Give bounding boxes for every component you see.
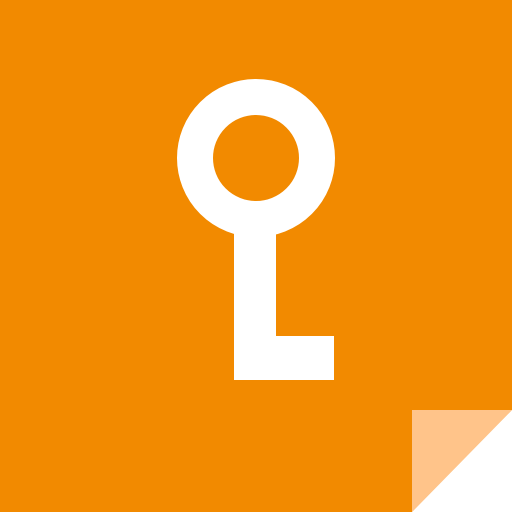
key-tile-graphic [0,0,512,512]
key-tile [0,0,512,512]
folded-corner [412,410,512,512]
key-bit [234,336,334,380]
